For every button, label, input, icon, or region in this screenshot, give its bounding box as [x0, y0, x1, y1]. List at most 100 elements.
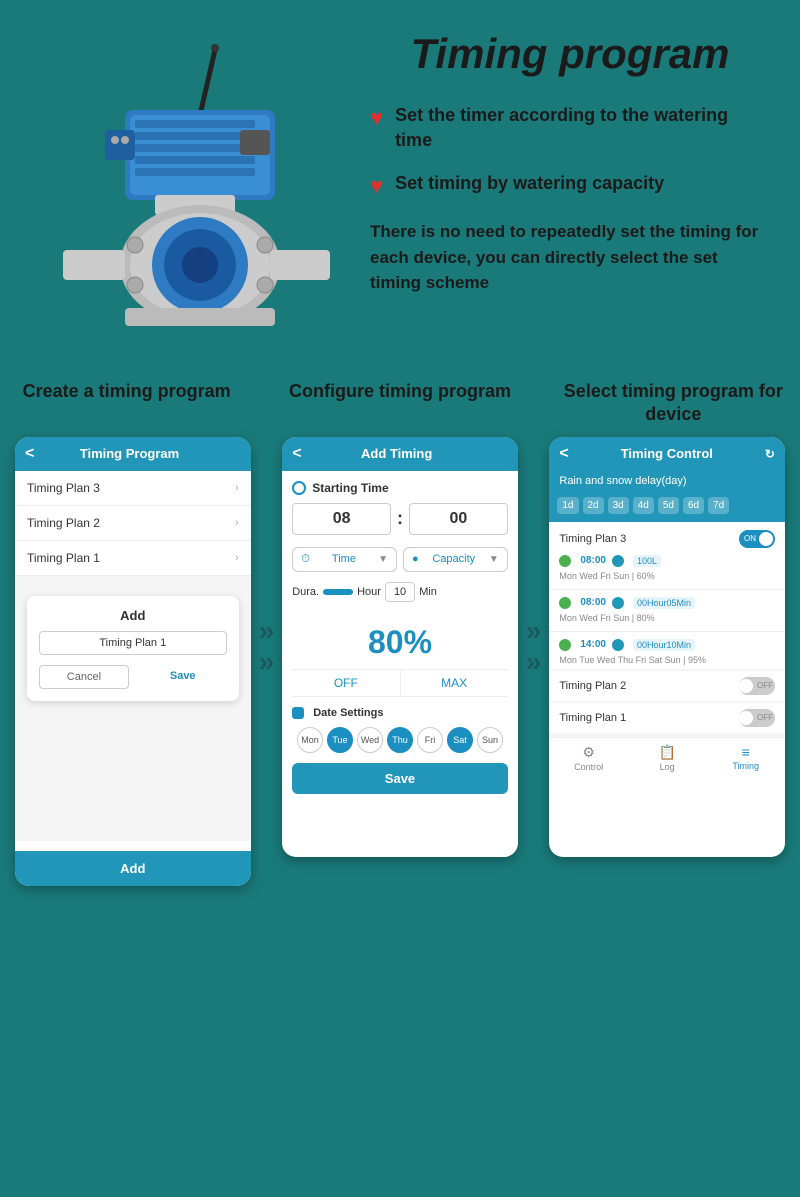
- phone2-title: Add Timing: [310, 446, 484, 461]
- day-btn-3d[interactable]: 3d: [608, 497, 629, 514]
- phone1-add-button[interactable]: Add: [15, 851, 251, 886]
- dura-row: Dura. Hour 10 Min: [292, 582, 508, 602]
- phone1-body: Timing Plan 3 › Timing Plan 2 › Timing P…: [15, 471, 251, 841]
- device-image-container: [30, 30, 360, 350]
- list-item-plan2[interactable]: Timing Plan 2 ›: [15, 506, 251, 541]
- dura-label: Dura.: [292, 586, 319, 598]
- hour-unit-label: Hour: [357, 586, 381, 598]
- day-mon[interactable]: Mon: [297, 727, 323, 753]
- list-item-plan1[interactable]: Timing Plan 1 ›: [15, 541, 251, 576]
- plan1-label: Timing Plan 1: [27, 551, 100, 565]
- add-dialog-input[interactable]: [39, 631, 227, 655]
- time-select-btn[interactable]: ⏱ Time ▼: [292, 547, 397, 572]
- date-settings-text: Date Settings: [313, 707, 383, 719]
- arrow-1: » »: [259, 437, 275, 676]
- sched1-tag: 100L: [633, 555, 661, 567]
- phone2-save-button[interactable]: Save: [292, 763, 508, 794]
- toggle-off-label-1: OFF: [757, 713, 773, 722]
- nav-log[interactable]: 📋 Log: [628, 744, 707, 772]
- time-input-row: 08 : 00: [292, 503, 508, 535]
- save-button[interactable]: Save: [139, 665, 227, 689]
- bullet-item-2: ♥ Set timing by watering capacity: [370, 171, 770, 199]
- time-icon-sm: ⏱: [301, 553, 310, 566]
- max-button[interactable]: MAX: [401, 670, 508, 696]
- plan3-title: Timing Plan 3: [559, 533, 626, 545]
- phone2-body: Starting Time 08 : 00 ⏱ Time ▼ ● Capacit…: [282, 471, 518, 804]
- cap-icon-sm: ●: [412, 553, 419, 565]
- day-btn-2d[interactable]: 2d: [583, 497, 604, 514]
- divider-2: [549, 631, 785, 632]
- phone3-back-icon[interactable]: <: [559, 445, 568, 463]
- forward-arrow-1-icon: »: [259, 617, 275, 645]
- off-max-row: OFF MAX: [292, 669, 508, 697]
- nav-timing[interactable]: ≡ Timing: [706, 744, 785, 772]
- dura-value-box[interactable]: [323, 589, 353, 595]
- minute-input[interactable]: 00: [409, 503, 508, 535]
- plan3-toggle[interactable]: ON: [739, 530, 775, 548]
- min-unit-label: Min: [419, 586, 437, 598]
- nav-control[interactable]: ⚙ Control: [549, 744, 628, 772]
- heart-icon-1: ♥: [370, 105, 383, 131]
- day-btn-5d[interactable]: 5d: [658, 497, 679, 514]
- time-colon: :: [397, 508, 403, 529]
- refresh-icon[interactable]: ↻: [765, 447, 775, 461]
- starting-time-label: Starting Time: [292, 481, 508, 495]
- toggle-off-indicator-1[interactable]: OFF: [739, 709, 775, 727]
- day-wed[interactable]: Wed: [357, 727, 383, 753]
- sched1-days: Mon Wed Fri Sun | 60%: [549, 570, 785, 585]
- bullet-text-1: Set the timer according to the watering …: [395, 103, 770, 153]
- sched1-time: 08:00: [580, 555, 606, 566]
- log-icon: 📋: [628, 744, 707, 761]
- toggle-on-indicator[interactable]: ON: [739, 530, 775, 548]
- cancel-button[interactable]: Cancel: [39, 665, 129, 689]
- day-thu[interactable]: Thu: [387, 727, 413, 753]
- toggle-knob-1: [739, 711, 753, 725]
- arrow-2: » »: [526, 437, 542, 676]
- phone1-back-icon[interactable]: <: [25, 445, 34, 463]
- day-btn-7d[interactable]: 7d: [708, 497, 729, 514]
- green-dot-icon-2: [559, 597, 571, 609]
- capacity-select-btn[interactable]: ● Capacity ▼: [403, 547, 508, 572]
- day-btn-1d[interactable]: 1d: [557, 497, 578, 514]
- list-item-plan3[interactable]: Timing Plan 3 ›: [15, 471, 251, 506]
- nav-log-label: Log: [660, 762, 675, 772]
- schedule-item-3: 14:00 00Hour10Min: [549, 636, 785, 654]
- day-btn-6d[interactable]: 6d: [683, 497, 704, 514]
- day-btn-4d[interactable]: 4d: [633, 497, 654, 514]
- phone2-back-icon[interactable]: <: [292, 445, 301, 463]
- phone3-body: Rain and snow delay(day) 1d 2d 3d 4d 5d …: [549, 471, 785, 778]
- phone3-mock: < Timing Control ↻ Rain and snow delay(d…: [549, 437, 785, 857]
- day-tue[interactable]: Tue: [327, 727, 353, 753]
- schedule-item-1: 08:00 100L: [549, 552, 785, 570]
- bullet-item-1: ♥ Set the timer according to the waterin…: [370, 103, 770, 153]
- sched2-time: 08:00: [580, 597, 606, 608]
- bottom-nav: ⚙ Control 📋 Log ≡ Timing: [549, 737, 785, 778]
- plan2-chevron-icon: ›: [235, 517, 239, 529]
- min-value-box[interactable]: 10: [385, 582, 415, 602]
- toggle-on-label: ON: [744, 534, 756, 543]
- page-title: Timing program: [370, 30, 770, 78]
- description-text: There is no need to repeatedly set the t…: [370, 219, 770, 296]
- phone2-mock: < Add Timing Starting Time 08 : 00 ⏱ T: [282, 437, 518, 857]
- capacity-label: Capacity: [432, 553, 475, 565]
- sched3-time: 14:00: [580, 639, 606, 650]
- mode-select-row: ⏱ Time ▼ ● Capacity ▼: [292, 547, 508, 572]
- toggle-knob: [759, 532, 773, 546]
- toggle-off-indicator-2[interactable]: OFF: [739, 677, 775, 695]
- plan1-toggle[interactable]: OFF: [739, 709, 775, 727]
- plan2-label: Timing Plan 2: [27, 516, 100, 530]
- day-fri[interactable]: Fri: [417, 727, 443, 753]
- day-sun[interactable]: Sun: [477, 727, 503, 753]
- rain-delay-label: Rain and snow delay(day): [549, 471, 785, 493]
- starting-time-text: Starting Time: [312, 481, 388, 495]
- time-label: Time: [332, 553, 356, 565]
- phone2-label: Configure timing program: [288, 380, 511, 427]
- green-dot-icon-3: [559, 639, 571, 651]
- right-content: Timing program ♥ Set the timer according…: [360, 30, 770, 296]
- hour-input[interactable]: 08: [292, 503, 391, 535]
- off-button[interactable]: OFF: [292, 670, 400, 696]
- plan2-toggle[interactable]: OFF: [739, 677, 775, 695]
- plan2-title: Timing Plan 2: [559, 680, 626, 692]
- day-sat[interactable]: Sat: [447, 727, 473, 753]
- heart-icon-2: ♥: [370, 173, 383, 199]
